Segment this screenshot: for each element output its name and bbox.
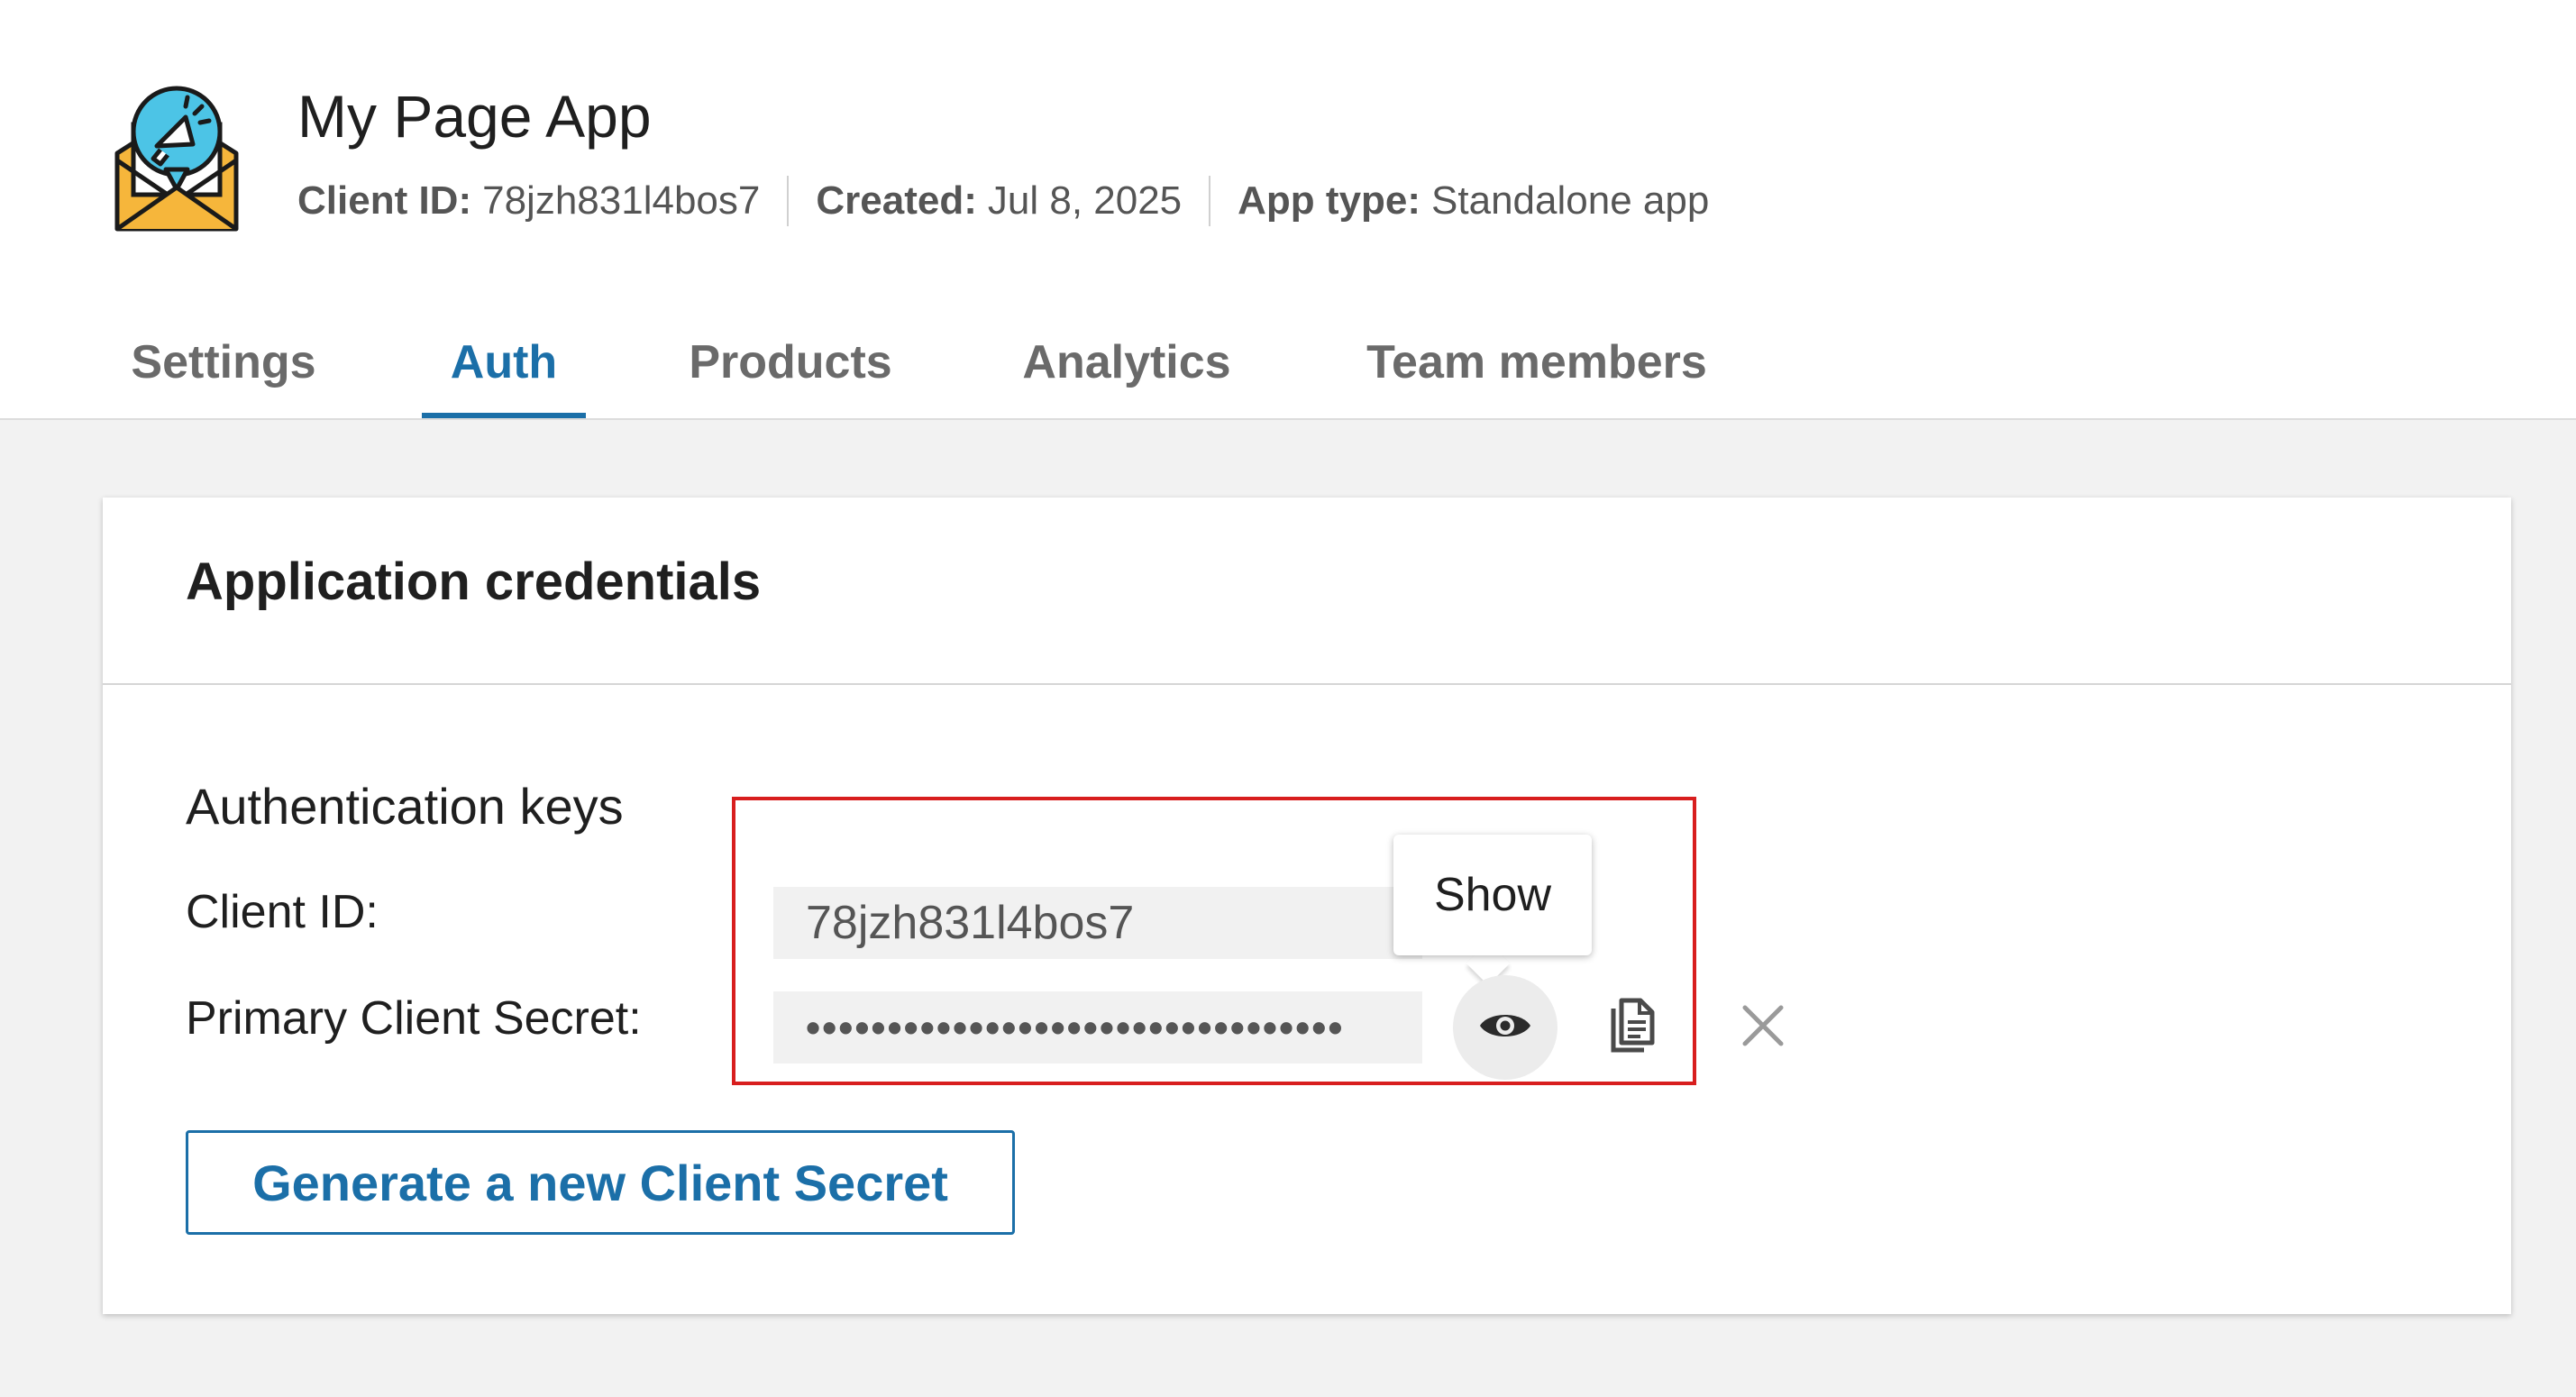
generate-secret-button[interactable]: Generate a new Client Secret xyxy=(186,1130,1015,1235)
app-header: My Page App Client ID: 78jzh831l4bos7 Cr… xyxy=(0,0,2576,418)
card-divider xyxy=(103,683,2511,685)
close-icon xyxy=(1741,1004,1785,1052)
main-content: Application credentials Authentication k… xyxy=(0,420,2576,1397)
app-meta: Client ID: 78jzh831l4bos7 Created: Jul 8… xyxy=(297,173,1709,229)
credentials-card: Application credentials Authentication k… xyxy=(103,498,2511,1314)
app-auth-page: My Page App Client ID: 78jzh831l4bos7 Cr… xyxy=(0,0,2576,1397)
tab-bar: Settings Auth Products Analytics Team me… xyxy=(0,306,2576,418)
meta-client-id: Client ID: 78jzh831l4bos7 xyxy=(297,178,760,224)
tab-analytics[interactable]: Analytics xyxy=(1022,306,1231,418)
show-secret-button[interactable] xyxy=(1453,975,1557,1080)
meta-app-type-value: Standalone app xyxy=(1431,178,1710,223)
app-title: My Page App xyxy=(297,83,652,150)
tooltip-arrow-cover xyxy=(1455,930,1521,954)
meta-divider xyxy=(1209,176,1211,226)
megaphone-envelope-icon xyxy=(114,79,240,233)
meta-created: Created: Jul 8, 2025 xyxy=(816,178,1182,224)
copy-secret-button[interactable] xyxy=(1595,990,1671,1065)
client-id-label: Client ID: xyxy=(186,886,379,938)
meta-created-value: Jul 8, 2025 xyxy=(987,178,1183,223)
tab-settings[interactable]: Settings xyxy=(130,306,317,418)
meta-app-type: App type: Standalone app xyxy=(1238,178,1709,224)
client-secret-field[interactable]: ••••••••••••••••••••••••••••••••• xyxy=(773,991,1422,1064)
tab-products[interactable]: Products xyxy=(689,306,892,418)
close-button[interactable] xyxy=(1725,990,1801,1065)
meta-divider xyxy=(787,176,790,226)
copy-icon xyxy=(1610,998,1657,1058)
meta-app-type-label: App type: xyxy=(1238,178,1421,223)
meta-created-label: Created: xyxy=(816,178,977,223)
client-secret-label: Primary Client Secret: xyxy=(186,992,642,1045)
tab-team-members[interactable]: Team members xyxy=(1361,306,1713,418)
section-label: Authentication keys xyxy=(186,778,624,835)
card-title: Application credentials xyxy=(186,552,762,611)
meta-client-id-value: 78jzh831l4bos7 xyxy=(482,178,761,223)
client-id-field[interactable]: 78jzh831l4bos7 xyxy=(773,887,1422,959)
tab-auth[interactable]: Auth xyxy=(422,306,586,418)
meta-client-id-label: Client ID: xyxy=(297,178,472,223)
eye-icon xyxy=(1478,1008,1532,1048)
